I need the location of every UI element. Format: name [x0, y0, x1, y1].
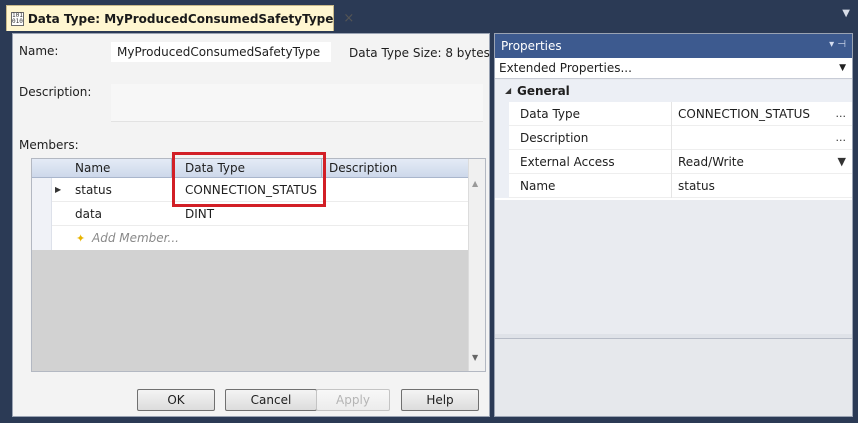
row-gutter [495, 150, 509, 174]
column-header-name[interactable]: Name [75, 159, 110, 178]
properties-selector[interactable]: Extended Properties... ▼ [495, 58, 852, 79]
property-name: Name [520, 179, 556, 193]
description-label: Description: [19, 85, 92, 99]
editor-frame: 101 010 Data Type: MyProducedConsumedSafe… [0, 0, 858, 423]
add-member-star-icon: ✦ [76, 232, 86, 245]
column-separator [671, 150, 672, 174]
row-selector[interactable] [32, 178, 52, 202]
column-separator [671, 102, 672, 126]
collapse-arrow-icon[interactable]: ◢ [505, 80, 511, 102]
tab-close-icon[interactable]: × [343, 11, 354, 26]
row-gutter [495, 102, 509, 126]
name-label: Name: [19, 44, 59, 58]
scroll-down-icon[interactable]: ▼ [472, 353, 478, 362]
row-selector [32, 226, 52, 250]
ellipsis-button[interactable]: ... [836, 126, 847, 150]
category-general[interactable]: ◢ General [495, 80, 852, 102]
name-field[interactable]: MyProducedConsumedSafetyType [111, 42, 331, 62]
ellipsis-button[interactable]: ... [836, 102, 847, 126]
property-row[interactable]: Data Type CONNECTION_STATUS ... [495, 102, 852, 126]
property-description-area [495, 338, 852, 416]
properties-selector-value: Extended Properties... [499, 61, 632, 75]
property-row[interactable]: External Access Read/Write ▼ [495, 150, 852, 174]
member-name[interactable]: status [75, 178, 112, 202]
tab-dropdown-icon[interactable]: ▼ [842, 8, 850, 19]
properties-header: Properties ▾ ⊣ [495, 34, 852, 58]
document-tab-strip: 101 010 Data Type: MyProducedConsumedSafe… [4, 4, 854, 31]
cancel-button[interactable]: Cancel [225, 389, 317, 411]
property-row[interactable]: Description ... [495, 126, 852, 150]
apply-button[interactable]: Apply [316, 389, 390, 411]
property-value[interactable]: CONNECTION_STATUS [678, 102, 810, 126]
column-separator [671, 174, 672, 198]
column-separator [671, 126, 672, 150]
tab-title: Data Type: MyProducedConsumedSafetyType [27, 11, 334, 26]
dropdown-arrow-icon[interactable]: ▼ [838, 150, 846, 174]
chevron-down-icon[interactable]: ▼ [839, 58, 846, 79]
grid-scrollbar[interactable]: ▲ ▼ [468, 159, 485, 371]
data-type-icon: 101 010 [11, 11, 24, 26]
description-field[interactable] [111, 84, 483, 122]
property-row[interactable]: Name status [495, 174, 852, 198]
property-value[interactable]: Read/Write [678, 150, 744, 174]
row-gutter [495, 174, 509, 198]
data-type-editor: Name: MyProducedConsumedSafetyType Data … [12, 33, 490, 417]
properties-panel: Properties ▾ ⊣ Extended Properties... ▼ … [494, 33, 853, 417]
expand-arrow-icon[interactable]: ▶ [55, 178, 61, 202]
tab-data-type[interactable]: 101 010 Data Type: MyProducedConsumedSafe… [6, 5, 354, 31]
row-selector[interactable] [32, 202, 52, 226]
pin-icon[interactable]: ▾ ⊣ [829, 34, 846, 56]
add-member-row[interactable]: ✦ Add Member... [32, 226, 469, 250]
property-name: External Access [520, 155, 615, 169]
property-value[interactable]: status [678, 174, 715, 198]
ok-button[interactable]: OK [137, 389, 215, 411]
category-label: General [517, 84, 570, 98]
property-name: Description [520, 131, 589, 145]
data-type-size: Data Type Size: 8 bytes [349, 46, 490, 60]
members-label: Members: [19, 138, 79, 152]
column-header-description[interactable]: Description [329, 159, 397, 178]
highlight-box [172, 152, 326, 207]
property-grid: ◢ General Data Type CONNECTION_STATUS ..… [495, 80, 852, 200]
property-name: Data Type [520, 107, 581, 121]
row-gutter [495, 126, 509, 150]
add-member-text[interactable]: Add Member... [92, 226, 179, 250]
help-button[interactable]: Help [401, 389, 479, 411]
scroll-up-icon[interactable]: ▲ [472, 179, 478, 188]
properties-title: Properties [501, 39, 562, 53]
member-name[interactable]: data [75, 202, 102, 226]
